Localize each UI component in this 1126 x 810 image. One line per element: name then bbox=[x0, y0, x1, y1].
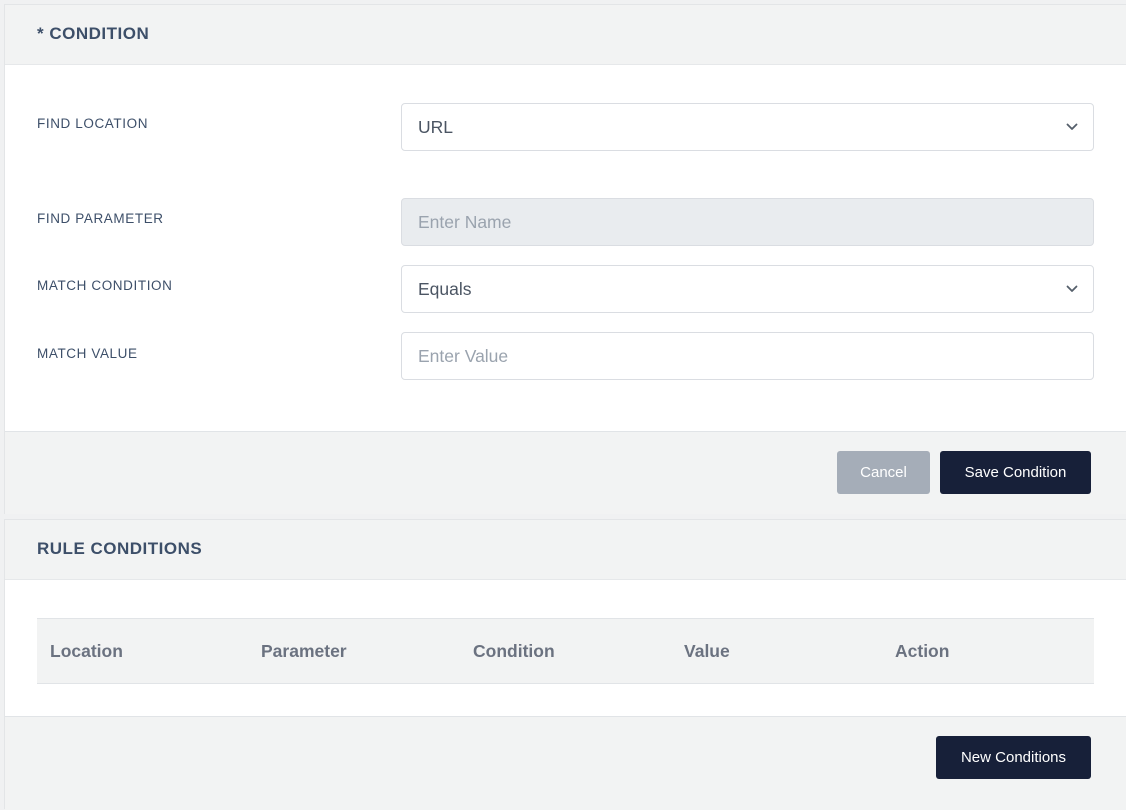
column-header-action[interactable]: Action bbox=[895, 619, 949, 683]
column-header-condition[interactable]: Condition bbox=[473, 619, 555, 683]
save-condition-button[interactable]: Save Condition bbox=[940, 451, 1091, 494]
find-location-value: URL bbox=[418, 117, 454, 137]
rule-conditions-card: RULE CONDITIONS Location Parameter Condi… bbox=[4, 519, 1126, 810]
find-location-select[interactable]: URL bbox=[401, 103, 1094, 151]
rule-conditions-header: RULE CONDITIONS bbox=[5, 520, 1126, 580]
new-conditions-button[interactable]: New Conditions bbox=[936, 736, 1091, 779]
match-condition-label: MATCH CONDITION bbox=[37, 278, 173, 293]
condition-card-header: * CONDITION bbox=[5, 5, 1126, 65]
find-parameter-input[interactable]: Enter Name bbox=[401, 198, 1094, 246]
condition-card-title: * CONDITION bbox=[37, 24, 150, 43]
column-header-value[interactable]: Value bbox=[684, 619, 730, 683]
match-value-input[interactable]: Enter Value bbox=[401, 332, 1094, 380]
condition-card: * CONDITION FIND LOCATION URL FIND PARAM… bbox=[4, 4, 1126, 514]
match-value-placeholder: Enter Value bbox=[418, 346, 509, 366]
cancel-button[interactable]: Cancel bbox=[837, 451, 930, 494]
column-header-location[interactable]: Location bbox=[50, 619, 123, 683]
match-condition-select[interactable]: Equals bbox=[401, 265, 1094, 313]
column-header-parameter[interactable]: Parameter bbox=[261, 619, 347, 683]
find-parameter-label: FIND PARAMETER bbox=[37, 211, 164, 226]
match-value-label: MATCH VALUE bbox=[37, 346, 138, 361]
chevron-down-icon bbox=[1066, 123, 1078, 130]
rule-conditions-table: Location Parameter Condition Value Actio… bbox=[37, 618, 1094, 684]
rule-conditions-title: RULE CONDITIONS bbox=[37, 539, 203, 558]
find-location-label: FIND LOCATION bbox=[37, 116, 149, 131]
condition-card-footer: Cancel Save Condition bbox=[5, 431, 1126, 514]
rule-conditions-footer: New Conditions bbox=[5, 716, 1126, 810]
chevron-down-icon bbox=[1066, 285, 1078, 292]
find-parameter-placeholder: Enter Name bbox=[418, 212, 512, 232]
match-condition-value: Equals bbox=[418, 279, 472, 299]
